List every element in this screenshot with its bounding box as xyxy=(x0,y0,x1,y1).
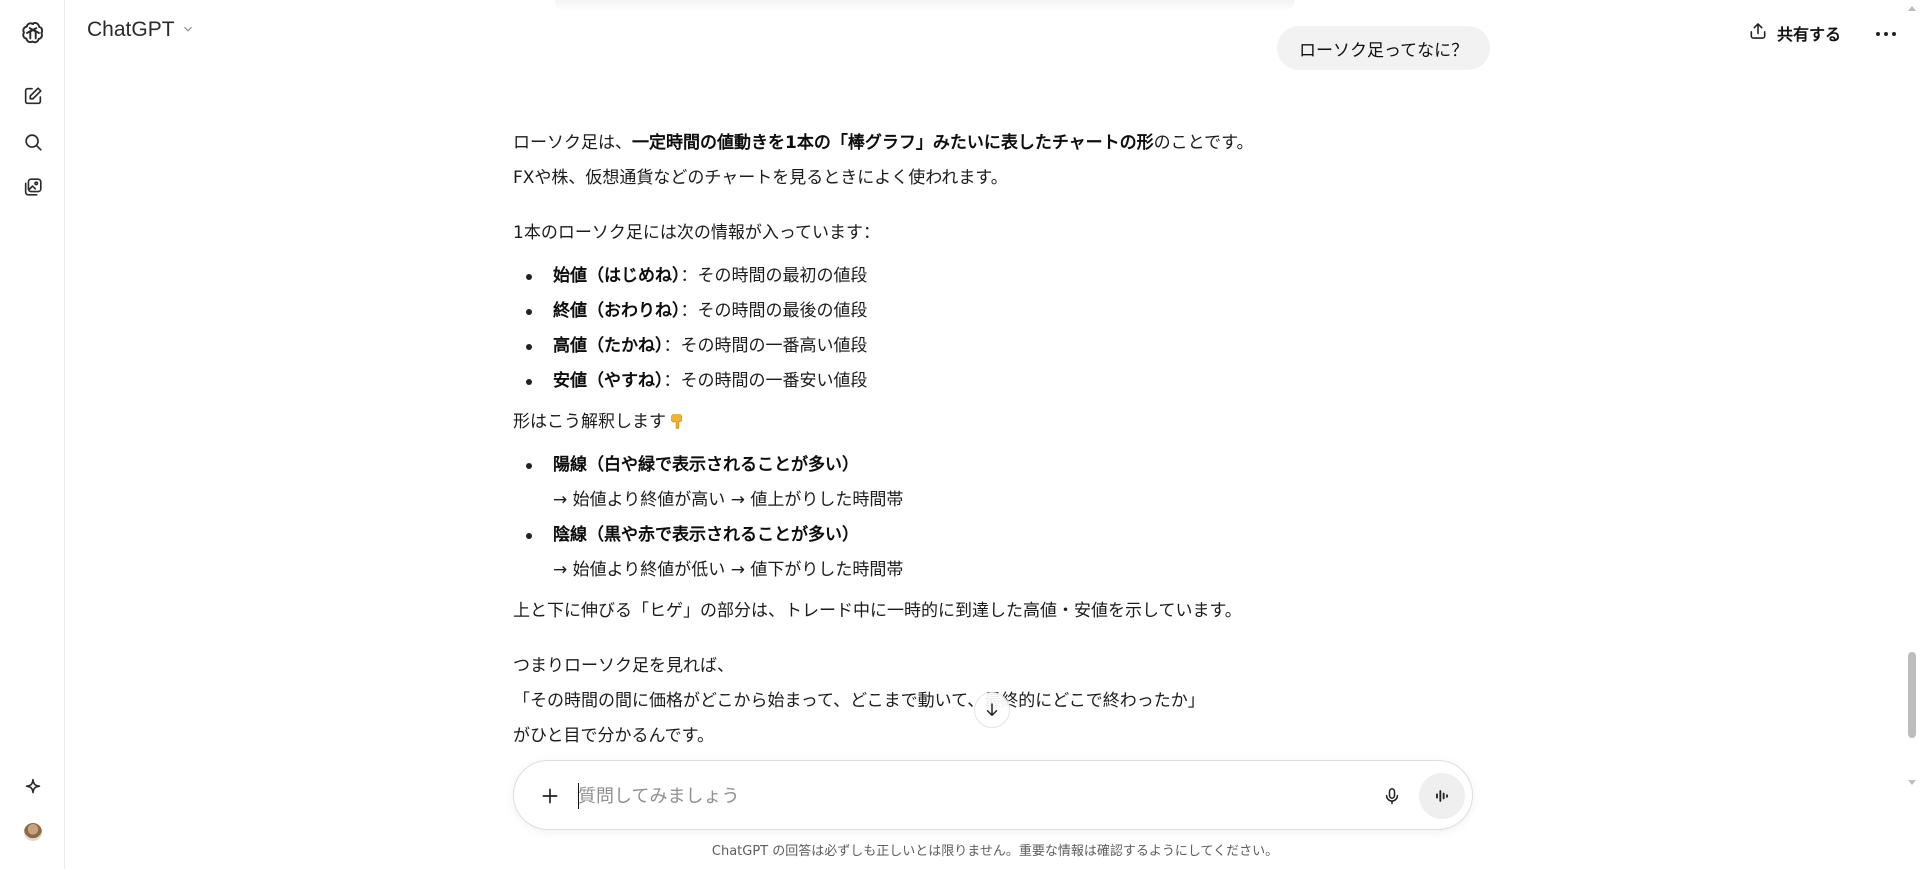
summary-line-1: つまりローソク足を見れば、 xyxy=(513,656,734,676)
info-list: 始値（はじめね）：その時間の最初の値段 終値（おわりね）：その時間の最後の値段 … xyxy=(513,259,1473,399)
item-term: 陽線（白や緑で表示されることが多い） xyxy=(553,455,859,475)
text-caret xyxy=(578,783,579,809)
item-term: 陰線（黒や赤で表示されることが多い） xyxy=(553,525,859,545)
scrollbar[interactable] xyxy=(1904,0,1920,869)
assistant-message: ローソク足は、一定時間の値動きを1本の「棒グラフ」みたいに表したチャートの形のこ… xyxy=(513,126,1473,754)
openai-logo-icon[interactable] xyxy=(16,16,50,50)
microphone-icon xyxy=(1385,788,1399,805)
composer xyxy=(513,760,1473,830)
intro-text-end: のことです。 xyxy=(1153,133,1254,153)
item-term: 始値（はじめね） xyxy=(553,266,681,286)
list-item: 陰線（黒や赤で表示されることが多い） xyxy=(513,518,1473,553)
sparkle-icon[interactable] xyxy=(16,771,50,805)
search-icon[interactable] xyxy=(16,125,50,159)
item-desc: → 始値より終値が低い → 値下がりした時間帯 xyxy=(553,560,904,580)
scroll-down-button[interactable] xyxy=(974,692,1010,728)
add-attachment-button[interactable] xyxy=(532,778,568,814)
share-icon xyxy=(1748,21,1768,45)
dictate-button[interactable] xyxy=(1374,778,1410,814)
chevron-down-icon xyxy=(181,21,195,40)
voice-mode-button[interactable] xyxy=(1419,773,1465,819)
arrow-down-icon xyxy=(986,703,998,716)
item-desc: ：その時間の一番高い値段 xyxy=(663,336,868,356)
model-name: ChatGPT xyxy=(87,18,175,41)
list-item: 始値（はじめね）：その時間の最初の値段 xyxy=(513,259,1473,294)
wick-text: 上と下に伸びる「ヒゲ」の部分は、トレード中に一時的に到達した高値・安値を示してい… xyxy=(513,601,1242,621)
disclaimer: ChatGPT の回答は必ずしも正しいとは限りません。重要な情報は確認するように… xyxy=(711,844,1279,859)
voice-waveform-icon xyxy=(1436,790,1448,802)
shape-list: 陽線（白や緑で表示されることが多い） → 始値より終値が高い → 値上がりした時… xyxy=(513,448,1473,588)
list-item: 安値（やすね）：その時間の一番安い値段 xyxy=(513,364,1473,399)
scroll-down-arrow-icon[interactable] xyxy=(1908,780,1916,785)
share-label: 共有する xyxy=(1777,25,1842,44)
scroll-up-arrow-icon[interactable] xyxy=(1908,6,1916,11)
item-term: 終値（おわりね） xyxy=(553,301,681,321)
list-item: 高値（たかね）：その時間の一番高い値段 xyxy=(513,329,1473,364)
prompt-input[interactable] xyxy=(578,781,1338,811)
item-term: 安値（やすね） xyxy=(553,371,664,391)
intro-line-2: FXや株、仮想通貨などのチャートを見るときによく使われます。 xyxy=(513,168,1008,188)
shape-heading: 形はこう解釈します xyxy=(513,405,1473,440)
top-fade xyxy=(555,0,1295,12)
intro-line-1: ローソク足は、一定時間の値動きを1本の「棒グラフ」みたいに表したチャートの形のこ… xyxy=(513,126,1473,161)
list-item: 終値（おわりね）：その時間の最後の値段 xyxy=(513,294,1473,329)
item-desc: ：その時間の最後の値段 xyxy=(680,301,868,321)
model-switcher[interactable]: ChatGPT xyxy=(87,18,195,42)
list-item: 陽線（白や緑で表示されることが多い） xyxy=(513,448,1473,483)
user-message-bubble: ローソク足ってなに？ xyxy=(1277,26,1491,70)
item-term: 高値（たかね） xyxy=(553,336,664,356)
intro-bold: 一定時間の値動きを1本の「棒グラフ」みたいに表したチャートの形 xyxy=(632,133,1154,153)
scrollbar-thumb[interactable] xyxy=(1908,652,1916,738)
item-desc: → 始値より終値が高い → 値上がりした時間帯 xyxy=(553,490,904,510)
user-message-text: ローソク足ってなに？ xyxy=(1299,40,1469,61)
plus-icon xyxy=(542,788,558,804)
item-desc: ：その時間の最初の値段 xyxy=(680,266,868,286)
shape-heading-text: 形はこう解釈します xyxy=(513,412,666,432)
sidebar-rail xyxy=(0,0,65,869)
more-options-icon[interactable] xyxy=(1872,20,1900,48)
avatar[interactable] xyxy=(24,823,42,841)
images-icon[interactable] xyxy=(16,170,50,204)
intro-text: ローソク足は、 xyxy=(513,133,632,153)
pointing-down-icon xyxy=(671,414,682,429)
info-heading: 1本のローソク足には次の情報が入っています： xyxy=(513,223,880,243)
share-button[interactable]: 共有する xyxy=(1740,18,1849,48)
edit-icon[interactable] xyxy=(16,79,50,113)
item-desc: ：その時間の一番安い値段 xyxy=(663,371,868,391)
